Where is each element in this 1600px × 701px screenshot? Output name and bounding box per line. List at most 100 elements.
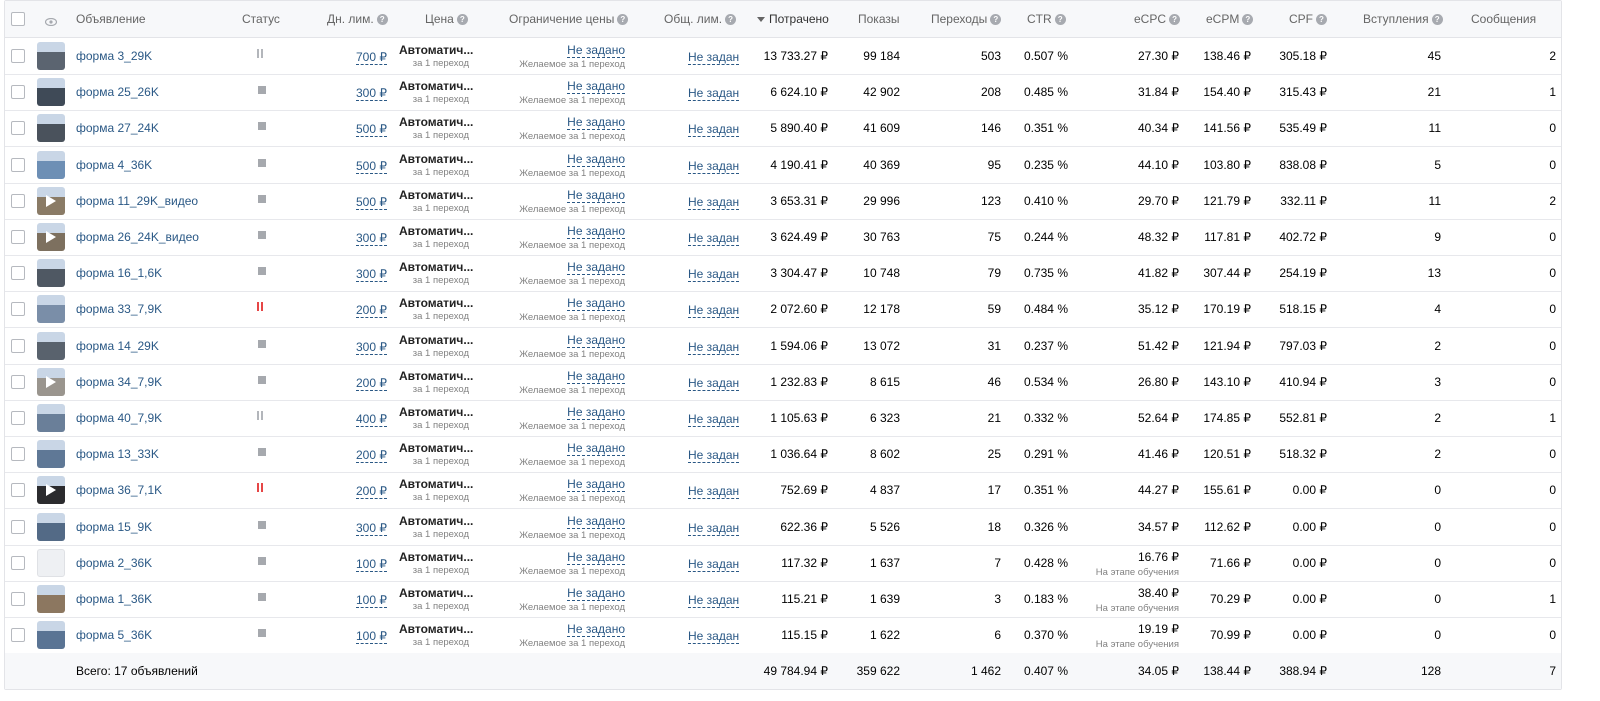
price-limit-value[interactable]: Не задано — [567, 188, 625, 203]
total-limit-value[interactable]: Не задан — [688, 376, 740, 391]
stopped-status-icon[interactable] — [258, 86, 266, 95]
stopped-status-icon[interactable] — [258, 267, 266, 276]
price-limit-cell[interactable]: Не задано Желаемое за 1 переход — [519, 43, 625, 70]
ad-thumbnail[interactable] — [37, 585, 65, 613]
col-total-limit[interactable]: Общ. лим.? — [664, 12, 737, 26]
table-row[interactable]: форма 3_29K 700 ₽ Автоматич... за 1 переход… — [5, 38, 1561, 75]
table-row[interactable]: форма 27_24K 500 ₽ Автоматич... за 1 перехо… — [5, 110, 1561, 148]
col-status[interactable]: Статус — [242, 12, 280, 26]
help-icon[interactable]: ? — [1431, 14, 1443, 25]
price-cell[interactable]: Автоматич... за 1 переход — [399, 550, 473, 576]
total-limit-value[interactable]: Не задан — [688, 484, 740, 500]
stopped-status-icon[interactable] — [258, 339, 266, 348]
help-icon[interactable]: ? — [1242, 14, 1254, 25]
ad-thumbnail[interactable] — [37, 223, 65, 251]
ad-name-link[interactable]: форма 26_24K_видео — [76, 230, 199, 244]
price-limit-value[interactable]: Не задано — [567, 369, 625, 384]
daily-limit-value[interactable]: 700 ₽ — [356, 50, 387, 65]
ad-name-link[interactable]: форма 40_7,9K — [76, 411, 162, 425]
row-checkbox[interactable] — [11, 483, 25, 498]
table-row[interactable]: форма 25_26K 300 ₽ Автоматич... за 1 перехо… — [5, 74, 1561, 112]
price-limit-cell[interactable]: Не задано Желаемое за 1 переход — [519, 188, 625, 215]
price-limit-cell[interactable]: Не задано Желаемое за 1 переход — [519, 260, 625, 287]
row-checkbox[interactable] — [11, 302, 25, 317]
price-limit-value[interactable]: Не задано — [567, 225, 625, 239]
daily-limit-value[interactable]: 500 ₽ — [356, 195, 387, 210]
total-limit-value[interactable]: Не задан — [688, 159, 740, 174]
table-row[interactable]: форма 15_9K 300 ₽ Автоматич... за 1 переход… — [5, 509, 1561, 546]
paused-status-icon[interactable] — [257, 483, 263, 493]
eye-icon[interactable] — [44, 15, 58, 27]
total-limit-value[interactable]: Не задан — [688, 412, 740, 427]
row-checkbox[interactable] — [11, 230, 25, 244]
row-checkbox[interactable] — [11, 447, 25, 462]
price-limit-cell[interactable]: Не задано Желаемое за 1 переход — [519, 405, 625, 432]
price-limit-value[interactable]: Не задано — [567, 478, 625, 493]
price-limit-value[interactable]: Не задано — [567, 514, 625, 529]
total-limit-value[interactable]: Не задан — [688, 557, 740, 572]
ad-thumbnail[interactable] — [37, 440, 65, 469]
total-limit-value[interactable]: Не задан — [688, 593, 740, 608]
col-clicks[interactable]: Переходы? — [931, 12, 1002, 26]
price-limit-cell[interactable]: Не задано Желаемое за 1 переход — [519, 477, 625, 504]
ad-name-link[interactable]: форма 11_29K_видео — [76, 194, 198, 208]
price-limit-value[interactable]: Не задано — [567, 550, 625, 565]
ad-name-link[interactable]: форма 25_26K — [76, 85, 159, 99]
total-limit-value[interactable]: Не задан — [688, 448, 740, 464]
table-row[interactable]: форма 16_1,6K 300 ₽ Автоматич... за 1 перех… — [5, 255, 1561, 293]
price-limit-cell[interactable]: Не задано Желаемое за 1 переход — [519, 622, 625, 649]
total-limit-value[interactable]: Не задан — [688, 86, 740, 102]
col-daily-limit[interactable]: Дн. лим.? — [327, 12, 388, 26]
price-limit-cell[interactable]: Не задано Желаемое за 1 переход — [519, 333, 625, 360]
price-limit-cell[interactable]: Не задано Желаемое за 1 переход — [519, 441, 625, 468]
price-limit-cell[interactable]: Не задано Желаемое за 1 переход — [519, 224, 625, 251]
total-limit-value[interactable]: Не задан — [688, 231, 740, 246]
ad-name-link[interactable]: форма 4_36K — [76, 158, 152, 172]
row-checkbox[interactable] — [11, 49, 25, 63]
price-cell[interactable]: Автоматич... за 1 переход — [399, 477, 473, 503]
price-cell[interactable]: Автоматич... за 1 переход — [399, 333, 473, 359]
ad-name-link[interactable]: форма 5_36K — [76, 628, 152, 642]
table-row[interactable]: форма 40_7,9K 400 ₽ Автоматич... за 1 перех… — [5, 400, 1561, 437]
ad-name-link[interactable]: форма 33_7,9K — [76, 302, 162, 316]
ad-thumbnail[interactable] — [37, 259, 65, 288]
help-icon[interactable]: ? — [617, 14, 629, 25]
table-row[interactable]: форма 1_36K 100 ₽ Автоматич... за 1 переход… — [5, 581, 1561, 618]
daily-limit-value[interactable]: 500 ₽ — [356, 159, 387, 174]
ad-name-link[interactable]: форма 2_36K — [76, 556, 152, 570]
ad-thumbnail[interactable] — [37, 367, 65, 396]
daily-limit-value[interactable]: 200 ₽ — [356, 484, 387, 500]
col-ecpc[interactable]: eCPC? — [1134, 12, 1181, 26]
daily-limit-value[interactable]: 300 ₽ — [356, 86, 387, 102]
help-icon[interactable]: ? — [376, 14, 388, 25]
table-row[interactable]: форма 4_36K 500 ₽ Автоматич... за 1 переход… — [5, 147, 1561, 184]
price-cell[interactable]: Автоматич... за 1 переход — [399, 152, 473, 178]
total-limit-value[interactable]: Не задан — [688, 195, 740, 210]
price-limit-cell[interactable]: Не задано Желаемое за 1 переход — [519, 550, 625, 577]
daily-limit-value[interactable]: 400 ₽ — [356, 412, 387, 427]
daily-limit-value[interactable]: 500 ₽ — [356, 122, 387, 138]
ad-name-link[interactable]: форма 15_9K — [76, 520, 152, 534]
ad-name-link[interactable]: форма 3_29K — [76, 49, 152, 63]
col-joins[interactable]: Вступления? — [1363, 12, 1443, 26]
price-limit-cell[interactable]: Не задано Желаемое за 1 переход — [519, 152, 625, 179]
price-limit-value[interactable]: Не задано — [567, 80, 625, 95]
col-price-limit[interactable]: Ограничение цены? — [509, 12, 629, 26]
price-limit-cell[interactable]: Не задано Желаемое за 1 переход — [519, 79, 625, 106]
stopped-status-icon[interactable] — [258, 122, 266, 131]
ad-name-link[interactable]: форма 27_24K — [76, 121, 159, 135]
daily-limit-value[interactable]: 200 ₽ — [356, 303, 387, 319]
table-row[interactable]: форма 33_7,9K 200 ₽ Автоматич... за 1 перех… — [5, 291, 1561, 329]
price-limit-value[interactable]: Не задано — [567, 623, 625, 638]
price-cell[interactable]: Автоматич... за 1 переход — [399, 514, 473, 540]
ad-thumbnail[interactable] — [37, 512, 65, 541]
help-icon[interactable]: ? — [725, 14, 737, 25]
ad-thumbnail[interactable] — [37, 78, 65, 107]
table-row[interactable]: форма 26_24K_видео 300 ₽ Автоматич... за 1 … — [5, 219, 1561, 256]
stopped-status-icon[interactable] — [258, 556, 266, 565]
help-icon[interactable]: ? — [1169, 14, 1181, 25]
help-icon[interactable]: ? — [456, 14, 468, 25]
ad-name-link[interactable]: форма 34_7,9K — [76, 375, 162, 389]
row-checkbox[interactable] — [11, 193, 25, 208]
total-limit-value[interactable]: Не задан — [688, 629, 740, 645]
